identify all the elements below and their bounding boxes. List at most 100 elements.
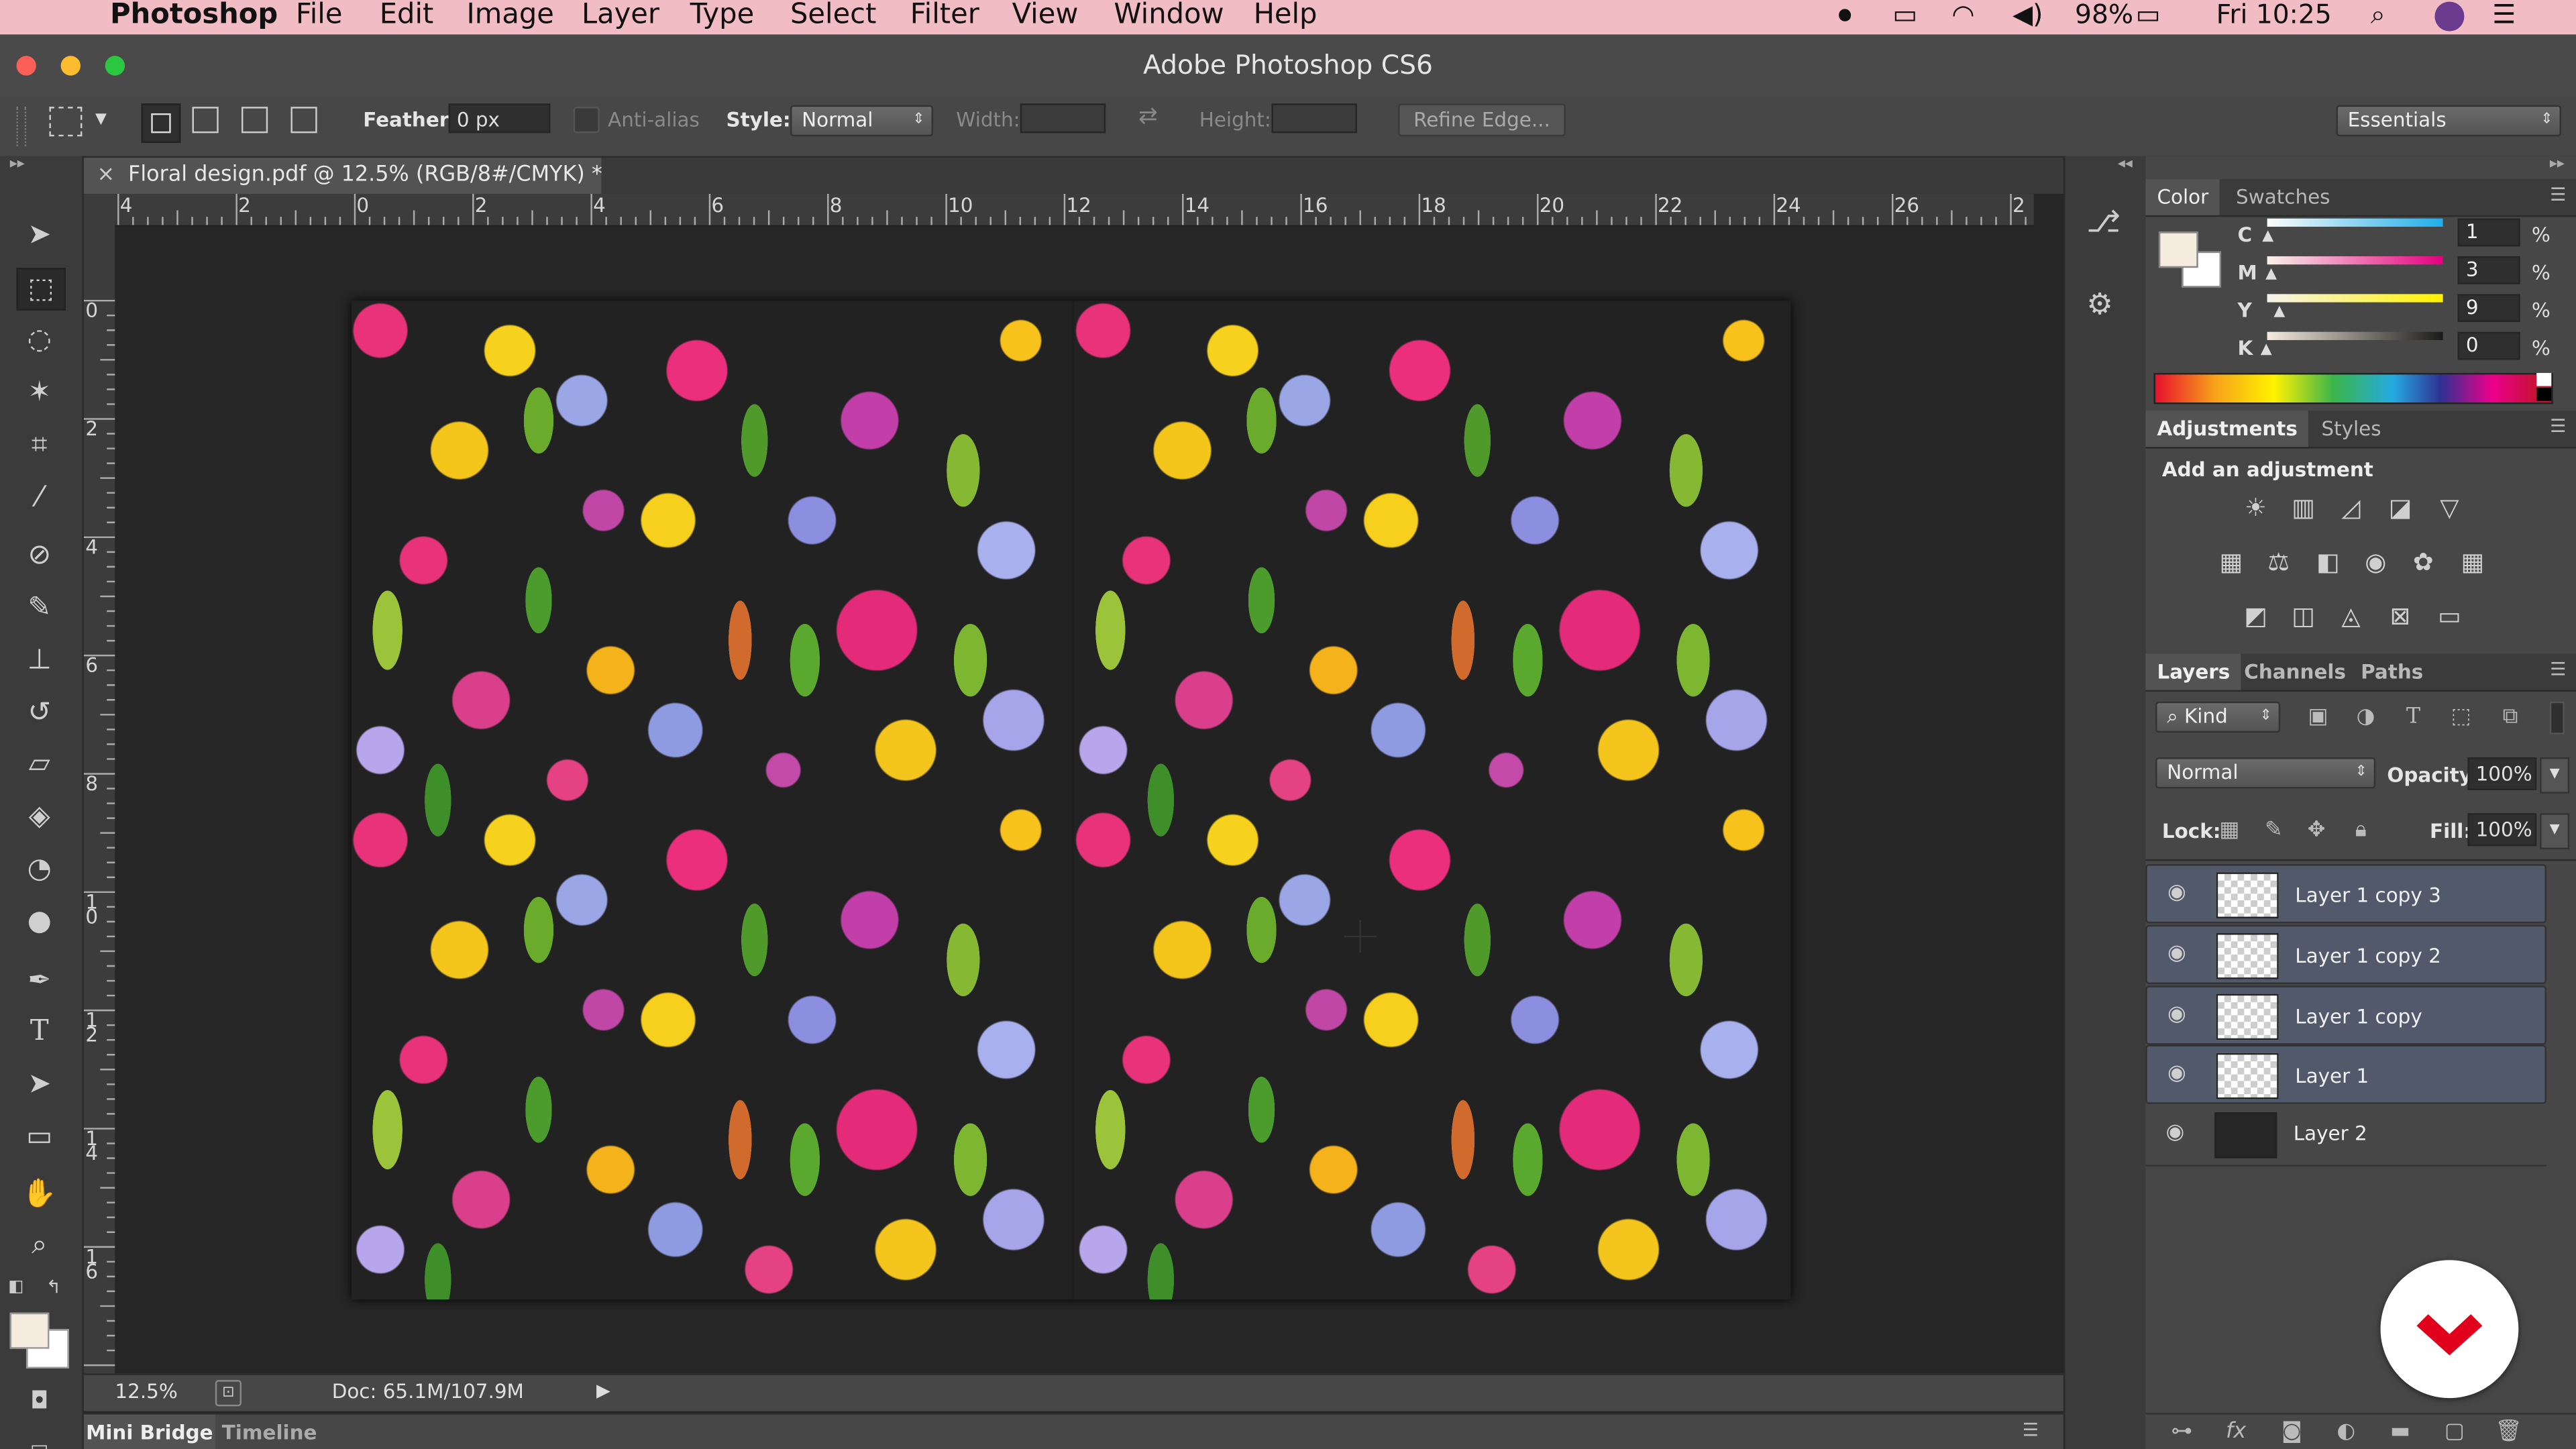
- layer-row[interactable]: ◉ Layer 1 copy: [2145, 985, 2546, 1045]
- magenta-input[interactable]: 3: [2457, 256, 2520, 284]
- new-adjustment-layer-icon[interactable]: ◐: [2326, 1417, 2366, 1447]
- expand-dock-icon[interactable]: ◂◂: [2118, 156, 2133, 172]
- cyan-input[interactable]: 1: [2457, 218, 2520, 247]
- eyedropper-tool-icon[interactable]: ⁄: [16, 478, 62, 518]
- floral-artwork[interactable]: [352, 301, 1791, 1300]
- lasso-tool-icon[interactable]: ◌: [16, 321, 62, 360]
- cyan-slider-thumb-icon[interactable]: ▲: [2262, 228, 2273, 244]
- dodge-tool-icon[interactable]: ●: [16, 902, 62, 941]
- zoom-tool-icon[interactable]: ⌕: [16, 1226, 62, 1265]
- menu-edit[interactable]: Edit: [380, 0, 434, 32]
- layer-row[interactable]: ◉ Layer 2: [2145, 1106, 2546, 1167]
- healing-brush-tool-icon[interactable]: ⊘: [16, 535, 62, 575]
- app-menu[interactable]: Photoshop: [110, 0, 278, 32]
- rectangle-tool-icon[interactable]: ▭: [16, 1117, 62, 1157]
- layers-panel-menu-icon[interactable]: ☰: [2550, 659, 2566, 680]
- notification-center-icon[interactable]: ☰: [2492, 0, 2516, 30]
- magic-wand-tool-icon[interactable]: ✶: [16, 373, 62, 413]
- marquee-preset-icon[interactable]: [49, 107, 83, 137]
- bottom-panel-menu-icon[interactable]: ☰: [2023, 1419, 2039, 1441]
- photo-filter-icon[interactable]: ◉: [2357, 544, 2394, 580]
- layer-row[interactable]: ◉ Layer 1: [2145, 1044, 2546, 1104]
- width-input[interactable]: [1020, 103, 1106, 133]
- spotlight-icon[interactable]: ⌕: [2371, 0, 2385, 32]
- color-ramp-white[interactable]: [2536, 372, 2552, 386]
- visibility-eye-icon[interactable]: ◉: [2163, 941, 2190, 967]
- adjustments-panel-menu-icon[interactable]: ☰: [2550, 416, 2566, 437]
- layer-filter-select[interactable]: ⌕ Kind ⇕: [2155, 701, 2281, 733]
- black-white-icon[interactable]: ◧: [2310, 544, 2346, 580]
- blend-mode-select[interactable]: Normal ⇕: [2155, 757, 2376, 789]
- rectangular-marquee-tool-icon[interactable]: ⬚: [16, 268, 66, 311]
- workspace-select[interactable]: Essentials ⇕: [2336, 105, 2561, 137]
- volume-icon[interactable]: ◀): [2012, 0, 2043, 30]
- delete-layer-icon[interactable]: 🗑︎: [2489, 1417, 2528, 1447]
- antialias-checkbox[interactable]: [573, 107, 600, 133]
- hue-saturation-icon[interactable]: ▦: [2213, 544, 2249, 580]
- magenta-slider[interactable]: [2267, 256, 2443, 265]
- clone-stamp-tool-icon[interactable]: ⊥: [16, 641, 62, 680]
- history-brush-tool-icon[interactable]: ↺: [16, 693, 62, 733]
- visibility-eye-icon[interactable]: ◉: [2163, 1002, 2190, 1028]
- visibility-eye-icon[interactable]: ◉: [2163, 881, 2190, 907]
- selective-color-icon[interactable]: ⊠: [2382, 598, 2418, 634]
- add-selection-icon[interactable]: [192, 107, 219, 133]
- visibility-eye-icon[interactable]: ◉: [2162, 1120, 2188, 1146]
- channel-mixer-icon[interactable]: ✿: [2405, 544, 2441, 580]
- lock-all-icon[interactable]: 🔒︎: [2341, 816, 2381, 846]
- black-input[interactable]: 0: [2457, 331, 2520, 360]
- menu-type[interactable]: Type: [690, 0, 755, 32]
- swap-width-height-icon[interactable]: ⇄: [1138, 103, 1158, 129]
- menu-view[interactable]: View: [1012, 0, 1079, 32]
- lock-image-pixels-icon[interactable]: ✎: [2254, 816, 2294, 846]
- brush-tool-icon[interactable]: ✎: [16, 588, 62, 628]
- new-group-icon[interactable]: ▬: [2381, 1417, 2420, 1447]
- pen-tool-icon[interactable]: ✒: [16, 961, 62, 1001]
- move-tool-icon[interactable]: ➤: [16, 215, 62, 255]
- subtract-selection-icon[interactable]: [241, 107, 268, 133]
- path-selection-tool-icon[interactable]: ➤: [16, 1065, 62, 1104]
- filter-shape-icon[interactable]: ⬚: [2441, 703, 2481, 733]
- options-grip[interactable]: [16, 107, 27, 146]
- horizontal-ruler[interactable]: 4 2 0 2 4 6 8 10 12 14 16 18 20 22 24 26 2: [115, 193, 2034, 227]
- fg-color-chip[interactable]: [2158, 231, 2198, 268]
- screen-mode-icon[interactable]: ▭: [16, 1428, 62, 1449]
- feather-input[interactable]: 0 px: [448, 103, 551, 133]
- tab-timeline[interactable]: Timeline: [219, 1415, 321, 1449]
- yellow-slider-thumb-icon[interactable]: ▲: [2273, 304, 2285, 320]
- black-slider[interactable]: [2267, 331, 2443, 340]
- tab-swatches[interactable]: Swatches: [2224, 179, 2342, 215]
- vertical-ruler[interactable]: 0 2 4 6 8 1 0 1 2 1 4 1 6: [83, 225, 117, 1375]
- levels-icon[interactable]: ▥: [2286, 490, 2322, 526]
- posterize-icon[interactable]: ◫: [2286, 598, 2322, 634]
- brightness-contrast-icon[interactable]: ☀: [2238, 490, 2274, 526]
- layer-row[interactable]: ◉ Layer 1 copy 2: [2145, 924, 2546, 984]
- invert-icon[interactable]: ◩: [2238, 598, 2274, 634]
- new-selection-button[interactable]: [141, 103, 181, 144]
- layer-style-icon[interactable]: fx: [2216, 1417, 2256, 1447]
- crop-tool-icon[interactable]: ⌗: [16, 425, 62, 465]
- opacity-input[interactable]: 100%: [2467, 757, 2537, 790]
- record-icon[interactable]: ⏺: [1838, 0, 1851, 32]
- cyan-slider[interactable]: [2267, 218, 2443, 227]
- zoom-level[interactable]: 12.5%: [115, 1380, 177, 1403]
- blur-tool-icon[interactable]: ◔: [16, 849, 62, 889]
- close-tab-icon[interactable]: ×: [97, 158, 115, 194]
- status-info-icon[interactable]: ⊡: [215, 1380, 242, 1407]
- layer-row[interactable]: ◉ Layer 1 copy 3: [2145, 864, 2546, 924]
- refine-edge-button[interactable]: Refine Edge...: [1398, 103, 1566, 137]
- exposure-icon[interactable]: ◪: [2382, 490, 2418, 526]
- color-lookup-icon[interactable]: ▦: [2455, 544, 2491, 580]
- intersect-selection-icon[interactable]: [290, 107, 317, 133]
- type-tool-icon[interactable]: T: [16, 1012, 62, 1052]
- black-slider-thumb-icon[interactable]: ▲: [2261, 341, 2272, 358]
- menu-layer[interactable]: Layer: [582, 0, 659, 32]
- vibrance-icon[interactable]: ▽: [2431, 490, 2467, 526]
- filter-smart-object-icon[interactable]: ⧉: [2491, 703, 2530, 733]
- menu-file[interactable]: File: [296, 0, 343, 32]
- height-input[interactable]: [1271, 103, 1357, 133]
- tab-styles[interactable]: Styles: [2310, 411, 2392, 447]
- filter-pixel-icon[interactable]: ▣: [2298, 703, 2338, 733]
- status-menu-arrow-icon[interactable]: ▶: [596, 1380, 610, 1401]
- quick-mask-icon[interactable]: ◘: [16, 1382, 62, 1421]
